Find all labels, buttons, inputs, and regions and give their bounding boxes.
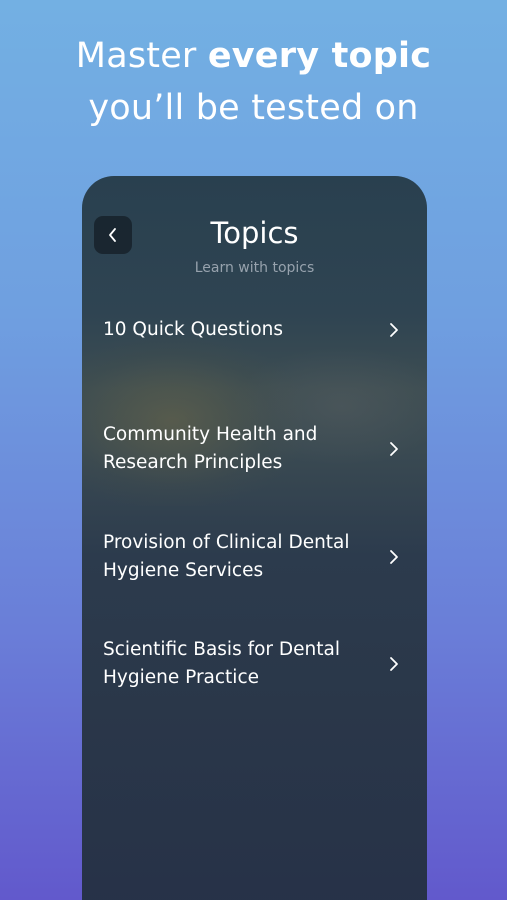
topic-row-quick-questions[interactable]: 10 Quick Questions xyxy=(103,316,403,344)
topic-label: 10 Quick Questions xyxy=(103,319,283,340)
marketing-headline: Master every topic you’ll be tested on xyxy=(0,30,507,134)
headline-line-2: you’ll be tested on xyxy=(88,88,419,128)
headline-line-1: Master every topic xyxy=(0,30,507,82)
topic-label: Community Health and Research Principles xyxy=(103,424,318,473)
topic-label: Scientific Basis for Dental Hygiene Prac… xyxy=(103,639,340,688)
headline-bold-text: every topic xyxy=(207,36,432,76)
topic-row-community-health[interactable]: Community Health and Research Principles xyxy=(103,421,403,477)
chevron-right-icon xyxy=(390,323,398,337)
phone-screen: Topics Learn with topics 10 Quick Questi… xyxy=(82,176,427,900)
chevron-right-icon xyxy=(390,442,398,456)
page-title: Topics xyxy=(210,216,299,250)
headline-normal-text: Master xyxy=(75,36,208,76)
topic-label: Provision of Clinical Dental Hygiene Ser… xyxy=(103,532,350,581)
chevron-right-icon xyxy=(390,550,398,564)
page-subtitle: Learn with topics xyxy=(194,260,315,276)
topic-row-scientific-basis[interactable]: Scientific Basis for Dental Hygiene Prac… xyxy=(103,636,403,692)
topic-row-clinical-services[interactable]: Provision of Clinical Dental Hygiene Ser… xyxy=(103,529,403,585)
chevron-right-icon xyxy=(390,657,398,671)
